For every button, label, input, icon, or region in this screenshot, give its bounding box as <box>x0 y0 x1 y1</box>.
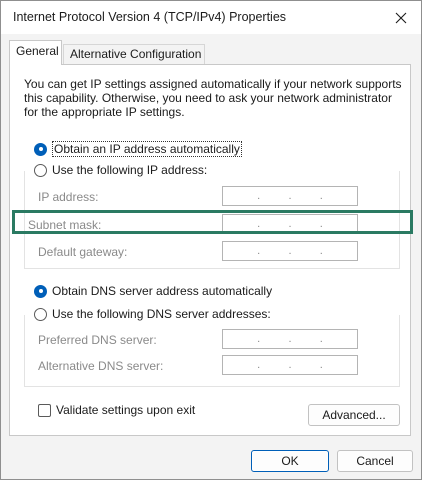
radio-button-checked[interactable] <box>34 284 47 298</box>
alternative-dns-label: Alternative DNS server: <box>38 359 164 373</box>
preferred-dns-label: Preferred DNS server: <box>38 333 157 347</box>
validate-label: Validate settings upon exit <box>56 403 196 417</box>
radio-button-checked[interactable] <box>34 142 47 156</box>
tab-alternative-configuration[interactable]: Alternative Configuration <box>63 44 205 64</box>
ok-button[interactable]: OK <box>251 450 329 472</box>
ip-address-label: IP address: <box>38 190 99 204</box>
close-button[interactable] <box>381 1 421 34</box>
dialog-title: Internet Protocol Version 4 (TCP/IPv4) P… <box>13 10 287 24</box>
radio-label: Obtain an IP address automatically <box>52 141 242 157</box>
subnet-mask-label: Subnet mask: <box>28 218 102 232</box>
radio-label: Obtain DNS server address automatically <box>52 284 273 298</box>
alternative-dns-input[interactable]: ... <box>222 355 358 375</box>
validate-checkbox[interactable] <box>38 403 51 417</box>
ip-address-input[interactable]: ... <box>222 186 358 206</box>
cancel-button[interactable]: Cancel <box>337 450 413 472</box>
default-gateway-label: Default gateway: <box>38 245 128 259</box>
dns-group-box <box>24 315 400 387</box>
preferred-dns-input[interactable]: ... <box>222 329 358 349</box>
advanced-button[interactable]: Advanced... <box>308 404 400 426</box>
general-panel: You can get IP settings assigned automat… <box>9 64 411 436</box>
subnet-mask-input[interactable]: ... <box>222 214 358 234</box>
radio-obtain-dns-auto[interactable]: Obtain DNS server address automatically <box>34 284 272 298</box>
tab-general[interactable]: General <box>9 40 62 65</box>
close-icon <box>395 12 407 23</box>
description-text: You can get IP settings assigned automat… <box>24 77 402 119</box>
default-gateway-input[interactable]: ... <box>222 241 358 261</box>
title-bar: Internet Protocol Version 4 (TCP/IPv4) P… <box>1 1 421 34</box>
properties-dialog: Internet Protocol Version 4 (TCP/IPv4) P… <box>0 0 422 480</box>
validate-settings-checkbox-row[interactable]: Validate settings upon exit <box>38 403 195 417</box>
radio-obtain-ip-auto[interactable]: Obtain an IP address automatically <box>34 141 242 157</box>
